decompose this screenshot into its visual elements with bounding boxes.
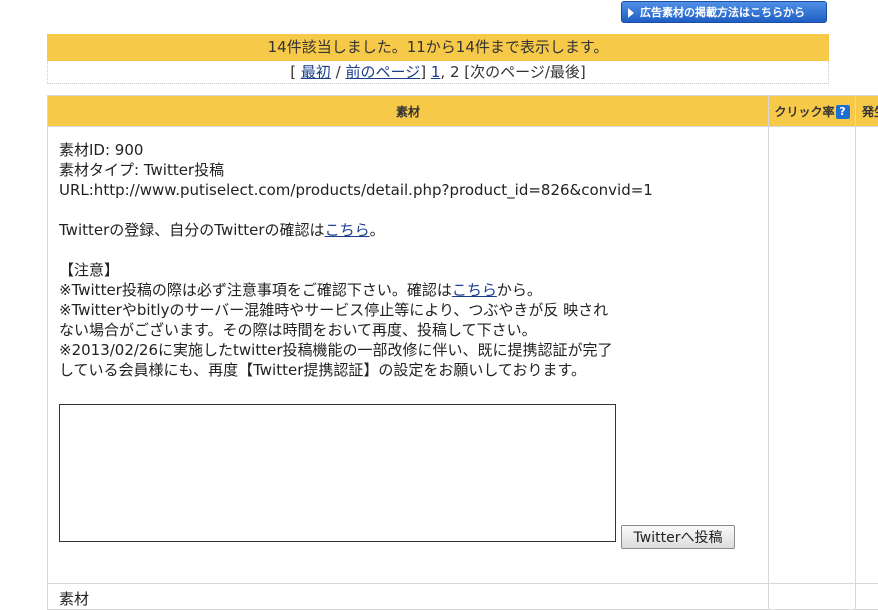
material-type: 素材タイプ: Twitter投稿 [59, 160, 757, 180]
tweet-row: Twitterへ投稿 [59, 404, 757, 556]
column-header-extra: 発生 [856, 96, 878, 127]
pager-page-1-link[interactable]: 1 [431, 63, 441, 81]
column-header-click-rate: クリック率? [769, 96, 856, 127]
play-arrow-icon [628, 8, 634, 18]
notice-3-line-2: している会員様にも、再度【Twitter提携認証】の設定をお願いしております。 [59, 360, 757, 380]
pager-separator: / [331, 63, 346, 81]
pager-close-bracket: ] [420, 63, 426, 81]
notice-2-line-1: ※Twitterやbitlyのサーバー混雑時やサービス停止等により、つぶやきが反… [59, 300, 757, 320]
click-rate-cell [769, 127, 856, 584]
next-material-label: 素材 [48, 584, 768, 609]
help-icon[interactable]: ? [836, 105, 850, 119]
notice-2-line-2: ない場合がございます。その際は時間をおいて再度、投稿して下さい。 [59, 320, 757, 340]
result-box: 14件該当しました。11から14件まで表示します。 [ 最初 / 前のページ] … [47, 34, 829, 84]
pager-first-link[interactable]: 最初 [301, 63, 331, 81]
result-summary: 14件該当しました。11から14件まで表示します。 [47, 34, 829, 61]
notice-heading: 【注意】 [59, 260, 757, 280]
pager-next-last: [次のページ/最後] [464, 63, 585, 81]
pager-prev-link[interactable]: 前のページ [346, 63, 421, 81]
material-id: 素材ID: 900 [59, 140, 757, 160]
material-cell-next: 素材 [48, 584, 769, 610]
material-table: 素材 クリック率? 発生 素材ID: 900 素材タイプ: Twitter投稿 … [47, 95, 878, 610]
material-url: URL:http://www.putiselect.com/products/d… [59, 180, 757, 200]
tweet-textarea[interactable] [59, 404, 616, 542]
extra-cell-next [856, 584, 878, 610]
table-row: 素材 [48, 584, 878, 610]
notice-1: ※Twitter投稿の際は必ず注意事項をご確認下さい。確認はこちらから。 [59, 280, 757, 300]
click-rate-cell-next [769, 584, 856, 610]
notice-link[interactable]: こちら [452, 281, 497, 299]
post-to-twitter-button[interactable]: Twitterへ投稿 [621, 525, 735, 549]
column-header-material: 素材 [48, 96, 769, 127]
material-cell: 素材ID: 900 素材タイプ: Twitter投稿 URL:http://ww… [48, 127, 769, 584]
table-row: 素材ID: 900 素材タイプ: Twitter投稿 URL:http://ww… [48, 127, 878, 584]
notice-3-line-1: ※2013/02/26に実施したtwitter投稿機能の一部改修に伴い、既に提携… [59, 340, 757, 360]
ad-material-howto-button[interactable]: 広告素材の掲載方法はこちらから [621, 1, 827, 23]
pager-open-bracket: [ [290, 63, 296, 81]
table-header-row: 素材 クリック率? 発生 [48, 96, 878, 127]
pager-current-page: 2 [445, 63, 464, 81]
extra-cell [856, 127, 878, 584]
twitter-registration-line: Twitterの登録、自分のTwitterの確認はこちら。 [59, 220, 757, 240]
pager: [ 最初 / 前のページ] 1, 2 [次のページ/最後] [47, 61, 829, 84]
howto-button-label: 広告素材の掲載方法はこちらから [640, 6, 805, 19]
twitter-registration-link[interactable]: こちら [325, 221, 370, 239]
